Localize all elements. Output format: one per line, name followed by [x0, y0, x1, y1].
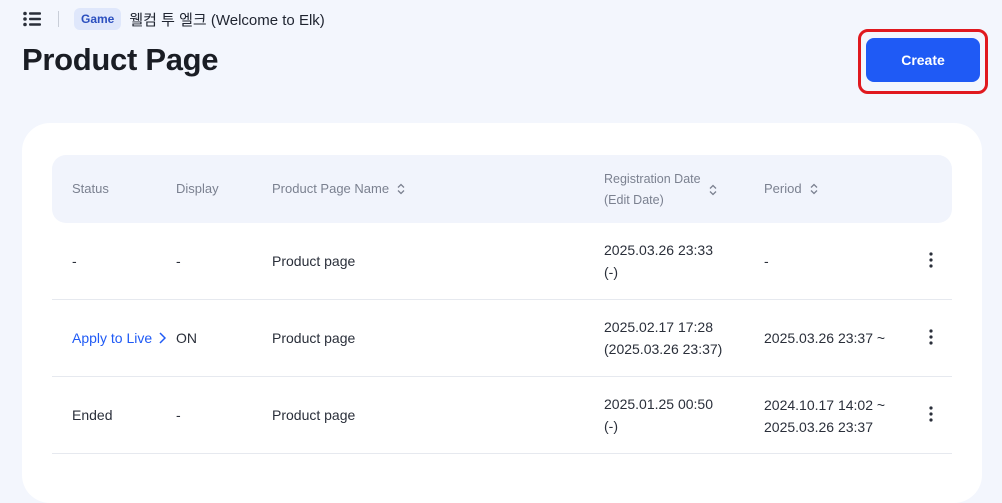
list-icon[interactable] — [22, 9, 42, 29]
column-header-period[interactable]: Period — [764, 181, 818, 196]
period-start: - — [764, 253, 769, 269]
registration-date-cell: 2025.01.25 00:50 (-) — [604, 393, 713, 437]
game-badge: Game — [74, 8, 122, 30]
table-row[interactable]: Ended - Product page 2025.01.25 00:50 (-… — [52, 377, 952, 454]
sort-icon[interactable] — [709, 184, 717, 196]
create-button[interactable]: Create — [866, 38, 980, 82]
period-cell: - — [764, 250, 769, 272]
display-cell: - — [176, 407, 181, 423]
registration-date-cell: 2025.02.17 17:28 (2025.03.26 23:37) — [604, 316, 722, 360]
kebab-icon[interactable] — [922, 249, 940, 271]
apply-to-live-link[interactable]: Apply to Live — [72, 327, 167, 349]
column-header-display: Display — [176, 181, 219, 196]
divider — [58, 11, 59, 27]
name-cell: Product page — [272, 253, 356, 269]
period-cell: 2025.03.26 23:37 ~ — [764, 327, 885, 349]
name-cell: Product page — [272, 407, 356, 423]
name-cell: Product page — [272, 330, 356, 346]
period-cell: 2024.10.17 14:02 ~ 2025.03.26 23:37 — [764, 394, 885, 438]
table-header: Status Display Product Page Name Registr… — [52, 155, 952, 223]
column-header-registration-date[interactable]: Registration Date (Edit Date) — [604, 169, 717, 211]
game-name: 웰컴 투 엘크 (Welcome to Elk) — [129, 11, 325, 29]
period-start: 2025.03.26 23:37 ~ — [764, 330, 886, 346]
registration-date: 2025.01.25 00:50 — [604, 396, 713, 412]
column-header-status: Status — [72, 181, 109, 196]
column-sublabel: (Edit Date) — [604, 193, 664, 207]
column-label: Registration Date — [604, 172, 701, 186]
registration-date-cell: 2025.03.26 23:33 (-) — [604, 239, 713, 283]
create-button-highlight: Create — [858, 29, 988, 94]
display-cell: ON — [176, 330, 197, 346]
sort-icon[interactable] — [397, 183, 405, 195]
registration-date: 2025.03.26 23:33 — [604, 242, 713, 258]
table-row[interactable]: Apply to Live ON Product page 2025.02.17… — [52, 300, 952, 377]
period-end: 2025.03.26 23:37 — [764, 419, 873, 435]
edit-date: (-) — [604, 264, 618, 280]
status-cell: - — [72, 253, 77, 269]
sort-icon[interactable] — [810, 183, 818, 195]
column-label: Period — [764, 181, 802, 196]
top-bar: Game 웰컴 투 엘크 (Welcome to Elk) — [22, 8, 325, 30]
table-card: Status Display Product Page Name Registr… — [22, 123, 982, 503]
kebab-icon[interactable] — [922, 326, 940, 348]
column-label: Display — [176, 181, 219, 196]
kebab-icon[interactable] — [922, 403, 940, 425]
chevron-right-icon — [159, 332, 167, 344]
column-label: Product Page Name — [272, 181, 390, 196]
status-cell: Ended — [72, 407, 113, 423]
period-start: 2024.10.17 14:02 ~ — [764, 397, 886, 413]
column-label: Status — [72, 181, 109, 196]
column-header-name[interactable]: Product Page Name — [272, 181, 405, 196]
table-row[interactable]: - - Product page 2025.03.26 23:33 (-) - — [52, 223, 952, 300]
display-cell: - — [176, 253, 181, 269]
status-label: Apply to Live — [72, 330, 153, 346]
edit-date: (-) — [604, 418, 618, 434]
registration-date: 2025.02.17 17:28 — [604, 319, 713, 335]
edit-date: (2025.03.26 23:37) — [604, 341, 723, 357]
page-title: Product Page — [22, 42, 219, 77]
